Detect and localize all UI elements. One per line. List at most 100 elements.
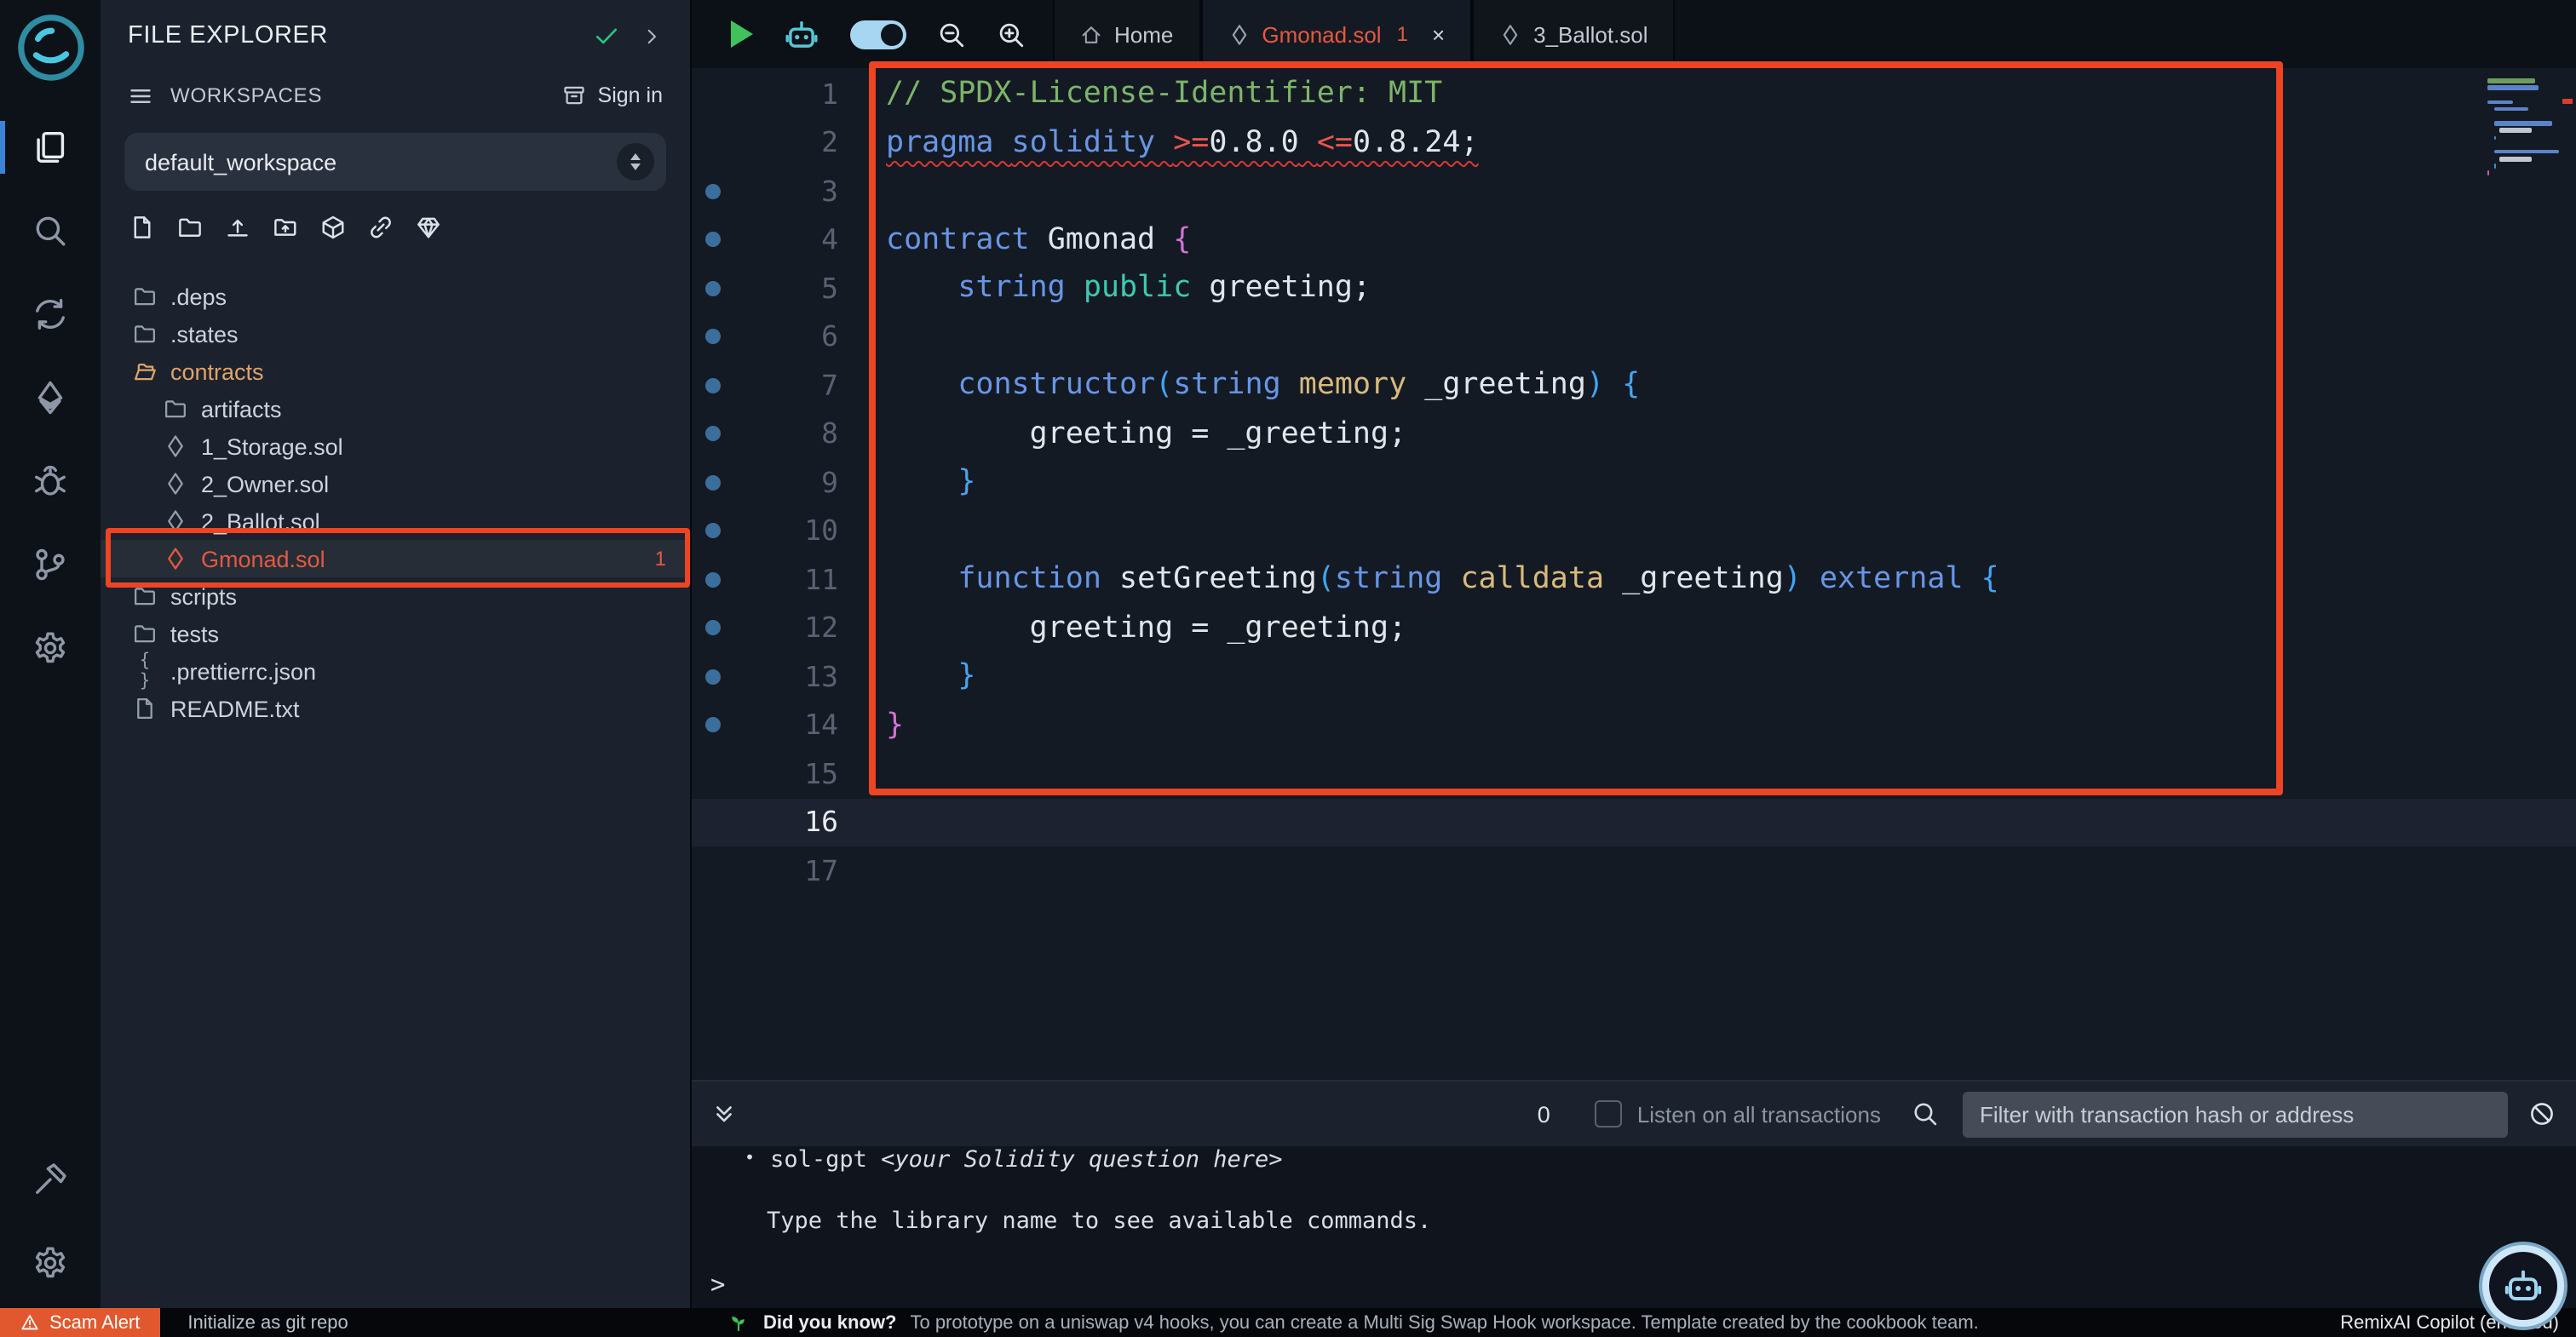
listen-all-transactions[interactable]: Listen on all transactions: [1595, 1100, 1881, 1128]
gutter-dot[interactable]: [705, 232, 721, 248]
file-tree-item-.states[interactable]: .states: [101, 315, 690, 353]
listen-label: Listen on all transactions: [1637, 1101, 1881, 1127]
transaction-filter-input[interactable]: [1963, 1091, 2508, 1137]
gem-icon[interactable]: [416, 214, 441, 239]
code-text[interactable]: function setGreeting(string calldata _gr…: [886, 563, 1999, 597]
line-number: 4: [736, 224, 838, 256]
tab-Gmonad.sol[interactable]: Gmonad.sol1×: [1200, 0, 1472, 68]
file-name: artifacts: [201, 396, 282, 422]
ai-assistant-icon[interactable]: [784, 16, 819, 52]
scam-alert-label: Scam Alert: [49, 1312, 140, 1333]
gutter-dot[interactable]: [705, 330, 721, 345]
copilot-toggle[interactable]: [850, 20, 906, 49]
gutter: [690, 281, 736, 296]
terminal-search-icon[interactable]: [1912, 1100, 1939, 1128]
code-text[interactable]: contract Gmonad {: [886, 223, 1191, 257]
file-tree-item-tests[interactable]: tests: [101, 615, 690, 652]
run-script-button[interactable]: [731, 20, 753, 48]
sign-in-button[interactable]: Sign in: [562, 83, 663, 107]
code-line: 2pragma solidity >=0.8.0 <=0.8.24;: [690, 118, 2576, 167]
gutter-dot[interactable]: [705, 475, 721, 491]
file-name: scripts: [170, 583, 237, 609]
zoom-out-icon[interactable]: [937, 20, 966, 49]
new-folder-icon[interactable]: [177, 214, 203, 239]
code-text[interactable]: greeting = _greeting;: [886, 611, 1406, 646]
gutter-dot[interactable]: [705, 669, 721, 685]
workspace-selector[interactable]: default_workspace: [124, 133, 666, 191]
file-tree-item-artifacts[interactable]: artifacts: [101, 390, 690, 427]
file-tree-item-scripts[interactable]: scripts: [101, 577, 690, 615]
file-tree-item-2_Ballot.sol[interactable]: 2_Ballot.sol: [101, 502, 690, 540]
sidebar-item-deploy-run[interactable]: [0, 356, 101, 439]
tab-Home[interactable]: Home: [1053, 0, 1200, 68]
file-tree-item-contracts[interactable]: contracts: [101, 353, 690, 390]
sidebar-item-tools[interactable]: [0, 1138, 101, 1221]
zoom-in-icon[interactable]: [997, 20, 1026, 49]
upload-file-icon[interactable]: [225, 214, 250, 239]
new-file-icon[interactable]: [129, 214, 155, 239]
gutter-dot[interactable]: [705, 281, 721, 296]
code-text[interactable]: // SPDX-License-Identifier: MIT: [886, 77, 1442, 112]
minimap[interactable]: [2487, 78, 2556, 199]
terminal-prompt[interactable]: >: [710, 1272, 725, 1300]
line-number: 12: [736, 612, 838, 645]
file-tree-item-.prettierrc.json[interactable]: { }.prettierrc.json: [101, 652, 690, 690]
gutter: [690, 718, 736, 733]
code-editor[interactable]: 1// SPDX-License-Identifier: MIT2pragma …: [690, 68, 2576, 1080]
gutter-dot[interactable]: [705, 524, 721, 539]
sidebar-item-file-explorer[interactable]: [0, 106, 101, 189]
debugger-icon: [32, 463, 68, 499]
clear-console-icon[interactable]: [2528, 1100, 2556, 1128]
listen-all-transactions-checkbox[interactable]: [1595, 1100, 1622, 1128]
plugin-manager-icon: [32, 630, 68, 666]
check-icon[interactable]: [593, 22, 620, 49]
sidebar-item-debugger[interactable]: [0, 439, 101, 523]
code-line: 3: [690, 167, 2576, 215]
close-tab-icon[interactable]: ×: [1432, 21, 1445, 47]
gutter: [690, 572, 736, 588]
chevron-right-icon[interactable]: [641, 25, 663, 47]
code-text[interactable]: constructor(string memory _greeting) {: [886, 369, 1640, 403]
workspace-switch-spinner[interactable]: [617, 143, 654, 181]
file-name: contracts: [170, 359, 264, 384]
file-tree-item-1_Storage.sol[interactable]: 1_Storage.sol: [101, 427, 690, 465]
tab-label: Gmonad.sol: [1262, 21, 1381, 47]
remix-ide-window: FILE EXPLORER WORKSPACES Sign in default…: [0, 0, 2576, 1337]
terminal[interactable]: •sol-gpt <your Solidity question here>Ty…: [690, 1146, 2576, 1310]
code-text[interactable]: }: [886, 660, 975, 694]
code-text[interactable]: }: [886, 709, 904, 743]
sidebar-item-search[interactable]: [0, 189, 101, 273]
gutter-dot[interactable]: [705, 621, 721, 636]
code-text[interactable]: pragma solidity >=0.8.0 <=0.8.24;: [886, 126, 1479, 160]
gutter-dot[interactable]: [705, 378, 721, 393]
line-number: 10: [736, 515, 838, 548]
code-text[interactable]: string public greeting;: [886, 272, 1371, 306]
sidebar-item-settings[interactable]: [0, 1221, 101, 1305]
tab-3_Ballot.sol[interactable]: 3_Ballot.sol: [1472, 0, 1675, 68]
gutter-dot[interactable]: [705, 184, 721, 199]
file-name: .states: [170, 321, 239, 347]
cube-icon[interactable]: [320, 214, 346, 239]
sidebar-item-plugin-manager[interactable]: [0, 606, 101, 690]
gutter-dot[interactable]: [705, 427, 721, 442]
workspace-selected-value: default_workspace: [145, 149, 336, 175]
code-text[interactable]: }: [886, 466, 975, 500]
remix-logo-icon[interactable]: [13, 10, 88, 85]
code-line: 16: [690, 798, 2576, 846]
gutter-dot[interactable]: [705, 718, 721, 733]
workspaces-menu-icon[interactable]: [128, 83, 153, 108]
link-icon[interactable]: [368, 214, 394, 239]
file-tree-item-Gmonad.sol[interactable]: Gmonad.sol1: [101, 540, 690, 577]
file-tree-item-README.txt[interactable]: README.txt: [101, 690, 690, 727]
remix-ai-fab-button[interactable]: [2479, 1242, 2567, 1330]
git-init-button[interactable]: Initialize as git repo: [187, 1312, 348, 1333]
gutter-dot[interactable]: [705, 572, 721, 588]
scam-alert-button[interactable]: Scam Alert: [0, 1308, 160, 1337]
file-tree-item-.deps[interactable]: .deps: [101, 278, 690, 315]
file-tree-item-2_Owner.sol[interactable]: 2_Owner.sol: [101, 465, 690, 502]
sidebar-item-git[interactable]: [0, 523, 101, 606]
terminal-expand-icon[interactable]: [710, 1100, 738, 1128]
sidebar-item-solidity-compiler[interactable]: [0, 273, 101, 356]
code-text[interactable]: greeting = _greeting;: [886, 417, 1406, 451]
upload-folder-icon[interactable]: [273, 214, 298, 239]
